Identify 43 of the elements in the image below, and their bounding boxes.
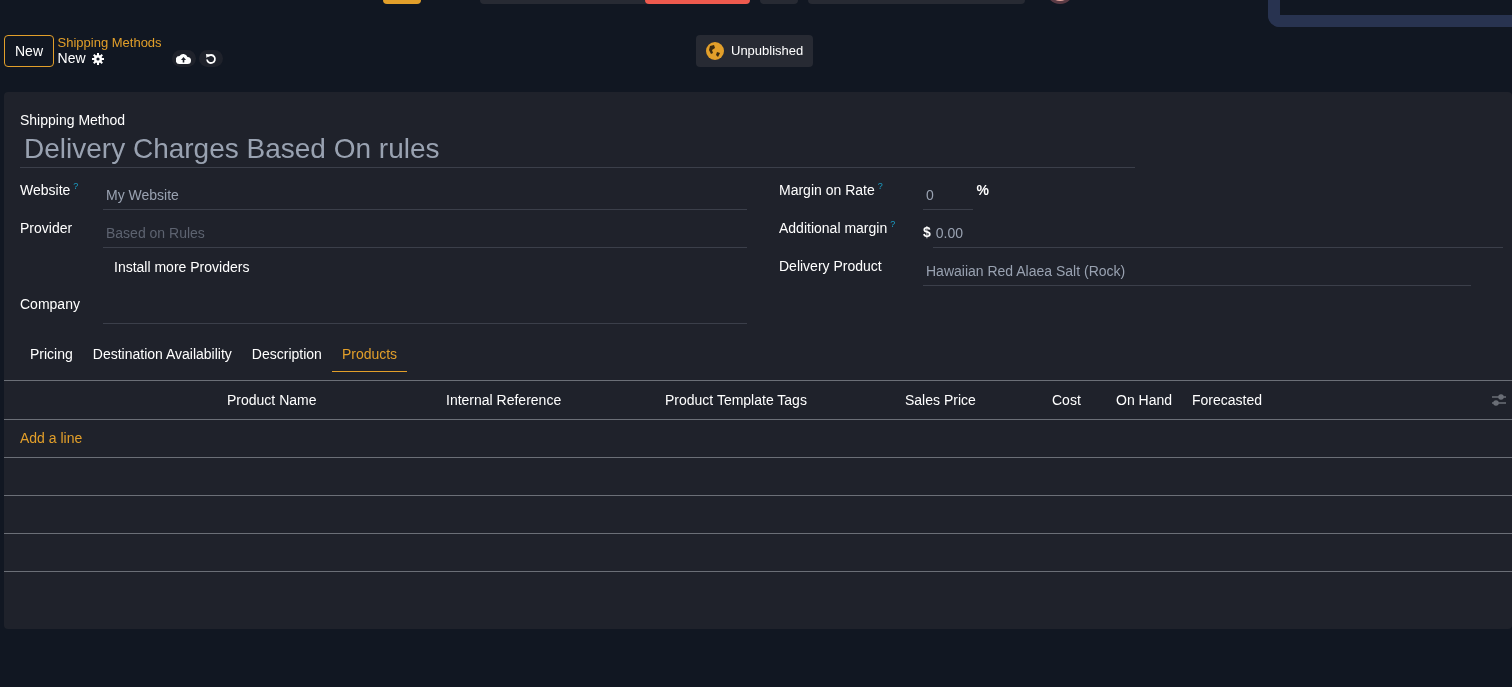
currency-symbol: $ [923, 223, 931, 242]
breadcrumb-link[interactable]: Shipping Methods [57, 35, 224, 50]
install-providers-button[interactable]: Install more Providers [104, 250, 260, 284]
input-field[interactable]: Hawaiian Red Alaea Salt (Rock) [923, 258, 1471, 286]
new-button[interactable]: New [4, 35, 54, 67]
field-label: Margin on Rate [779, 182, 875, 198]
top-bar-decoration [383, 0, 421, 4]
record-name: New [57, 50, 86, 67]
column-header[interactable]: Product Template Tags [665, 389, 905, 411]
save-cloud-button[interactable] [171, 50, 196, 67]
tab[interactable]: Products [331, 338, 408, 372]
tab[interactable]: Description [241, 338, 332, 372]
input-field[interactable]: Based on Rules [103, 220, 747, 248]
field-label: Additional margin [779, 220, 888, 236]
field-label: Company [20, 296, 80, 312]
column-header[interactable]: Cost [1052, 389, 1116, 411]
globe-icon [706, 41, 724, 60]
column-header[interactable]: On Hand [1116, 389, 1192, 411]
tab[interactable]: Destination Availability [82, 338, 242, 372]
cloud-upload-icon [176, 53, 192, 64]
name-field[interactable]: Delivery Charges Based On rules [20, 131, 1135, 168]
column-header[interactable]: Forecasted [1192, 389, 1492, 411]
percent-sign: % [976, 181, 989, 200]
field-label: Shipping Method [20, 111, 127, 130]
unpublished-button[interactable]: Unpublished [696, 35, 814, 67]
undo-icon [205, 52, 218, 65]
input-field[interactable]: 0 [923, 182, 973, 210]
field-label: Website [20, 182, 71, 198]
gear-icon[interactable] [91, 52, 104, 65]
column-header[interactable]: Product Name [227, 389, 446, 411]
help-tooltip-mark[interactable]: ? [73, 181, 79, 192]
tab[interactable]: Pricing [20, 338, 83, 372]
discard-button[interactable] [199, 50, 224, 67]
field-label: Provider [20, 220, 73, 236]
add-line-link[interactable]: Add a line [20, 428, 83, 449]
help-tooltip-mark[interactable]: ? [877, 181, 883, 192]
column-header[interactable]: Internal Reference [446, 389, 665, 411]
help-tooltip-mark[interactable]: ? [890, 219, 896, 230]
input-field[interactable]: 0.00 [932, 220, 1503, 248]
input-field[interactable]: My Website [103, 182, 747, 210]
field-label: Delivery Product [779, 258, 882, 274]
column-settings-icon[interactable] [1492, 394, 1506, 406]
column-header[interactable]: Sales Price [905, 389, 1052, 411]
